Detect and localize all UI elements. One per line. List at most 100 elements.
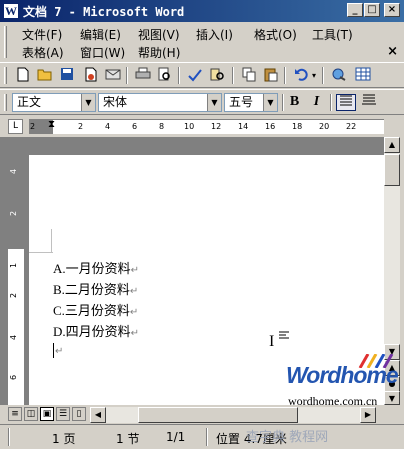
distributed-align-icon[interactable]: [360, 94, 377, 111]
ruler-tick: 6: [9, 374, 19, 381]
ruler-tick: 10: [184, 122, 195, 131]
research-icon[interactable]: [208, 67, 225, 84]
scroll-right-icon[interactable]: ▶: [360, 407, 376, 423]
paragraph-mark-icon: ↵: [129, 286, 139, 297]
line-text: D.四月份资料: [53, 324, 131, 339]
horizontal-scrollbar[interactable]: ◀ ▶: [90, 407, 376, 423]
copy-icon[interactable]: [240, 67, 257, 84]
table-icon[interactable]: [354, 67, 371, 84]
minimize-button[interactable]: _: [347, 3, 363, 17]
line-text: B.二月份资料: [53, 282, 130, 297]
vertical-scroll-thumb[interactable]: [384, 154, 400, 186]
print-layout-view-icon[interactable]: ▣: [40, 407, 54, 421]
status-bar: 1 页 1 节 1/1 位置 4.7厘米 查字典 教程网: [0, 424, 404, 449]
ruler-tick: 22: [346, 122, 357, 131]
toolbar-separator: [284, 67, 286, 84]
horizontal-ruler[interactable]: ⧗ 2 2 4 6 8 10 12 14 16 18 20 22: [29, 119, 384, 134]
menu-format[interactable]: 格式(O): [254, 26, 297, 43]
italic-button[interactable]: I: [308, 94, 325, 111]
normal-view-icon[interactable]: ≡: [8, 407, 22, 421]
tab-selector[interactable]: L: [8, 119, 23, 134]
print-preview-icon[interactable]: [156, 67, 173, 84]
menu-grip[interactable]: [4, 26, 7, 58]
menu-tools[interactable]: 工具(T): [312, 26, 353, 43]
horizontal-bar: ≡ ◫ ▣ ☰ ▯ ◀ ▶: [0, 405, 404, 424]
chevron-down-icon[interactable]: ▼: [207, 94, 221, 111]
menu-file[interactable]: 文件(F): [22, 26, 62, 43]
permission-icon[interactable]: [82, 67, 99, 84]
standard-toolbar: ▾: [0, 62, 404, 88]
word-app-icon[interactable]: W: [3, 3, 19, 19]
click-and-type-icon: [279, 331, 289, 340]
reading-view-icon[interactable]: ▯: [72, 407, 86, 421]
ruler-tick: 2: [9, 292, 19, 299]
menu-view[interactable]: 视图(V): [138, 26, 180, 43]
status-section[interactable]: 1 节: [116, 430, 139, 447]
scroll-left-icon[interactable]: ◀: [90, 407, 106, 423]
style-value: 正文: [17, 95, 42, 109]
toolbar-grip[interactable]: [4, 67, 7, 84]
web-view-icon[interactable]: ◫: [24, 407, 38, 421]
print-icon[interactable]: [134, 67, 151, 84]
style-select[interactable]: 正文 ▼: [12, 93, 96, 112]
paragraph-mark-icon: ↵: [130, 265, 140, 276]
scroll-up-icon[interactable]: ▲: [384, 137, 400, 153]
status-page[interactable]: 1 页: [52, 430, 75, 447]
open-folder-icon[interactable]: [36, 67, 53, 84]
status-separator: [8, 428, 10, 446]
font-select[interactable]: 宋体 ▼: [98, 93, 222, 112]
close-document-button[interactable]: ×: [387, 44, 398, 59]
email-icon[interactable]: [104, 67, 121, 84]
line-text: A.一月份资料: [53, 261, 131, 276]
menu-table[interactable]: 表格(A): [22, 44, 64, 61]
outline-view-icon[interactable]: ☰: [56, 407, 70, 421]
text-cursor: [53, 343, 54, 358]
bold-button[interactable]: B: [286, 94, 303, 111]
paste-icon[interactable]: [262, 67, 279, 84]
menu-window[interactable]: 窗口(W): [80, 44, 125, 61]
font-size-select[interactable]: 五号 ▼: [224, 93, 278, 112]
ruler-tick: 4: [9, 334, 19, 341]
toolbar-separator: [178, 67, 180, 84]
document-line[interactable]: D.四月份资料↵: [53, 321, 139, 340]
spelling-grammar-icon[interactable]: [186, 67, 203, 84]
undo-dropdown-icon[interactable]: ▾: [310, 67, 318, 84]
paragraph-mark-icon: ↵: [55, 346, 64, 357]
toolbar-grip[interactable]: [4, 94, 7, 111]
menu-insert[interactable]: 插入(I): [196, 26, 233, 43]
close-button[interactable]: ×: [384, 3, 400, 17]
ruler-tick: 4: [9, 168, 19, 175]
menu-help[interactable]: 帮助(H): [138, 44, 180, 61]
hyperlink-icon[interactable]: [330, 67, 347, 84]
empty-line[interactable]: ↵: [55, 342, 63, 358]
document-line[interactable]: A.一月份资料↵: [53, 258, 139, 277]
save-icon[interactable]: [58, 67, 75, 84]
line-text: C.三月份资料: [53, 303, 130, 318]
ruler-tick: 2: [9, 210, 19, 217]
status-page-of[interactable]: 1/1: [166, 430, 185, 444]
indent-marker-icon[interactable]: ⧗: [48, 119, 55, 130]
ruler-row: L ⧗ 2 2 4 6 8 10 12 14 16 18 20 22: [0, 117, 404, 137]
undo-icon[interactable]: [292, 67, 309, 84]
toolbar-separator: [126, 67, 128, 84]
chevron-down-icon[interactable]: ▼: [263, 94, 277, 111]
maximize-button[interactable]: □: [364, 3, 380, 17]
document-line[interactable]: B.二月份资料↵: [53, 279, 138, 298]
footer-watermark: 查字典 教程网: [246, 430, 329, 445]
ruler-tick: 1: [9, 262, 19, 269]
menu-bar: 文件(F) 编辑(E) 视图(V) 插入(I) 格式(O) 工具(T) 表格(A…: [0, 22, 404, 62]
horizontal-scroll-thumb[interactable]: [138, 407, 298, 423]
ruler-tick: 6: [132, 122, 138, 131]
justify-align-icon[interactable]: [336, 94, 356, 111]
font-size-value: 五号: [229, 95, 254, 109]
new-document-icon[interactable]: [14, 67, 31, 84]
margin-corner-mark: [51, 229, 52, 253]
document-line[interactable]: C.三月份资料↵: [53, 300, 138, 319]
logo-text: Wordhome: [286, 362, 399, 388]
paragraph-mark-icon: ↵: [129, 307, 139, 318]
toolbar-separator: [330, 94, 332, 111]
vertical-ruler-margin: [8, 137, 24, 249]
chevron-down-icon[interactable]: ▼: [81, 94, 95, 111]
vertical-ruler[interactable]: 4 2 1 2 4 6: [8, 137, 24, 405]
menu-edit[interactable]: 编辑(E): [80, 26, 121, 43]
